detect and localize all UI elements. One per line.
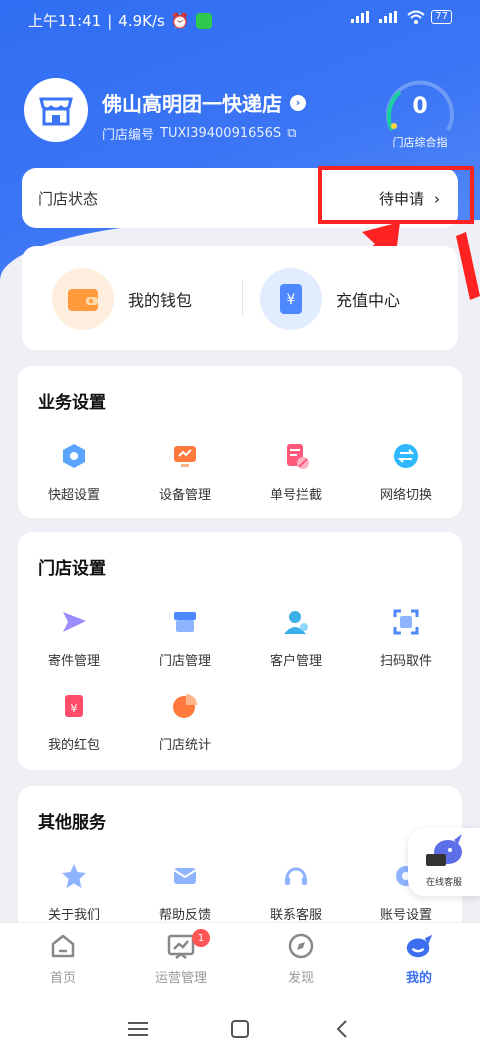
tab-label: 运营管理	[154, 971, 207, 986]
pie-chart-icon	[167, 688, 203, 724]
store-id-row: 门店编号 TUXI3940091656S ⧉	[102, 124, 296, 143]
send-management-button[interactable]: 寄件管理	[24, 604, 124, 669]
alarm-icon: ⏰	[170, 11, 190, 30]
grid-label: 单号拦截	[269, 488, 322, 503]
wallet-icon	[52, 268, 114, 330]
tab-discover[interactable]: 发现	[256, 931, 346, 986]
gauge-label: 门店综合指	[392, 136, 448, 149]
business-settings-title: 业务设置	[38, 393, 106, 413]
grid-label: 联系客服	[269, 908, 322, 923]
other-services-section: 其他服务 关于我们 帮助反馈 联系客服 账号设置	[18, 786, 462, 936]
store-icon	[39, 97, 73, 126]
tab-label: 首页	[49, 971, 76, 986]
grid-label: 寄件管理	[47, 654, 100, 669]
chevron-right-icon: ›	[290, 94, 306, 111]
grid-label: 帮助反馈	[158, 908, 211, 923]
grid-label: 客户管理	[269, 654, 322, 669]
feedback-icon	[167, 858, 203, 894]
online-support-label: 在线客服	[425, 878, 462, 888]
grid-label: 门店统计	[158, 738, 211, 753]
switch-icon	[388, 438, 424, 474]
monitor-icon	[167, 438, 203, 474]
mascot-icon	[426, 834, 462, 866]
network-switch-button[interactable]: 网络切换	[356, 438, 456, 503]
battery-indicator: 77	[431, 10, 452, 24]
compass-icon	[286, 931, 316, 961]
recharge-icon: ¥	[260, 268, 322, 330]
store-score-gauge[interactable]: 0 门店综合指	[380, 72, 460, 152]
hexagon-icon	[56, 438, 92, 474]
help-feedback-button[interactable]: 帮助反馈	[135, 858, 235, 923]
other-services-title: 其他服务	[38, 813, 106, 833]
store-statistics-button[interactable]: 门店统计	[135, 688, 235, 753]
store-id-label: 门店编号	[102, 128, 155, 143]
status-speed: 4.9K/s	[118, 11, 165, 30]
status-bar: 上午11:41 | 4.9K/s ⏰ 77	[0, 0, 480, 40]
order-block-button[interactable]: 单号拦截	[246, 438, 346, 503]
customer-management-button[interactable]: 客户管理	[246, 604, 346, 669]
tab-mine[interactable]: 我的	[374, 931, 464, 986]
tab-operations[interactable]: 1 运营管理	[136, 929, 226, 986]
menu-icon[interactable]	[118, 1014, 158, 1044]
grid-label: 网络切换	[379, 488, 432, 503]
gauge-value: 0	[412, 94, 428, 119]
contact-support-button[interactable]: 联系客服	[246, 858, 346, 923]
mine-icon	[404, 931, 434, 961]
bottom-tab-bar: 首页 1 运营管理 发现 我的	[0, 922, 480, 999]
store-management-button[interactable]: 门店管理	[135, 604, 235, 669]
my-wallet-button[interactable]: 我的钱包	[52, 268, 192, 330]
red-envelope-button[interactable]: ¥ 我的红包	[24, 688, 124, 753]
signal-icon-2	[379, 11, 398, 23]
scan-icon	[388, 604, 424, 640]
back-icon[interactable]	[322, 1014, 362, 1044]
store-name: 佛山高明团一快递店	[102, 92, 282, 116]
store-settings-section: 门店设置 寄件管理 门店管理 客户管理 扫码取件 ¥ 我的红包 门店统计	[18, 532, 462, 770]
tab-home[interactable]: 首页	[18, 931, 108, 986]
wallet-card: 我的钱包 ¥ 充值中心	[22, 246, 458, 350]
signal-icon	[351, 11, 370, 23]
home-square-icon[interactable]	[220, 1014, 260, 1044]
send-icon	[56, 604, 92, 640]
grid-label: 快超设置	[47, 488, 100, 503]
system-nav-bar	[0, 998, 480, 1063]
my-wallet-label: 我的钱包	[128, 291, 193, 310]
store-status-label: 门店状态	[38, 190, 99, 208]
recharge-center-button[interactable]: ¥ 充值中心	[260, 268, 400, 330]
home-icon	[48, 931, 78, 961]
customer-icon	[278, 604, 314, 640]
copy-icon[interactable]: ⧉	[287, 126, 296, 141]
store-id-value: TUXI3940091656S	[160, 126, 282, 141]
grid-label: 关于我们	[47, 908, 100, 923]
quick-settings-button[interactable]: 快超设置	[24, 438, 124, 503]
grid-label: 我的红包	[47, 738, 100, 753]
store-settings-title: 门店设置	[38, 559, 106, 579]
about-us-button[interactable]: 关于我们	[24, 858, 124, 923]
scan-pickup-button[interactable]: 扫码取件	[356, 604, 456, 669]
business-settings-section: 业务设置 快超设置 设备管理 单号拦截 网络切换	[18, 366, 462, 518]
block-order-icon	[278, 438, 314, 474]
online-support-float-button[interactable]: 在线客服	[408, 828, 480, 896]
grid-label: 门店管理	[158, 654, 211, 669]
tab-label: 我的	[405, 971, 432, 986]
recharge-center-label: 充值中心	[336, 291, 401, 310]
wechat-icon	[195, 12, 212, 29]
store-name-link[interactable]: 佛山高明团一快递店 ›	[102, 88, 306, 117]
tab-label: 发现	[287, 971, 314, 986]
status-time: 上午11:41	[28, 12, 102, 30]
notification-badge: 1	[192, 929, 210, 947]
highlight-box	[318, 166, 474, 224]
store-avatar[interactable]	[24, 78, 88, 142]
grid-label: 账号设置	[379, 908, 432, 923]
grid-label: 设备管理	[158, 488, 211, 503]
device-management-button[interactable]: 设备管理	[135, 438, 235, 503]
shop-icon	[167, 604, 203, 640]
headset-icon	[278, 858, 314, 894]
svg-text:¥: ¥	[71, 702, 78, 715]
wifi-icon	[407, 10, 425, 24]
red-envelope-icon: ¥	[56, 688, 92, 724]
grid-label: 扫码取件	[379, 654, 432, 669]
star-icon	[56, 858, 92, 894]
divider	[242, 280, 243, 316]
svg-text:¥: ¥	[287, 292, 296, 308]
